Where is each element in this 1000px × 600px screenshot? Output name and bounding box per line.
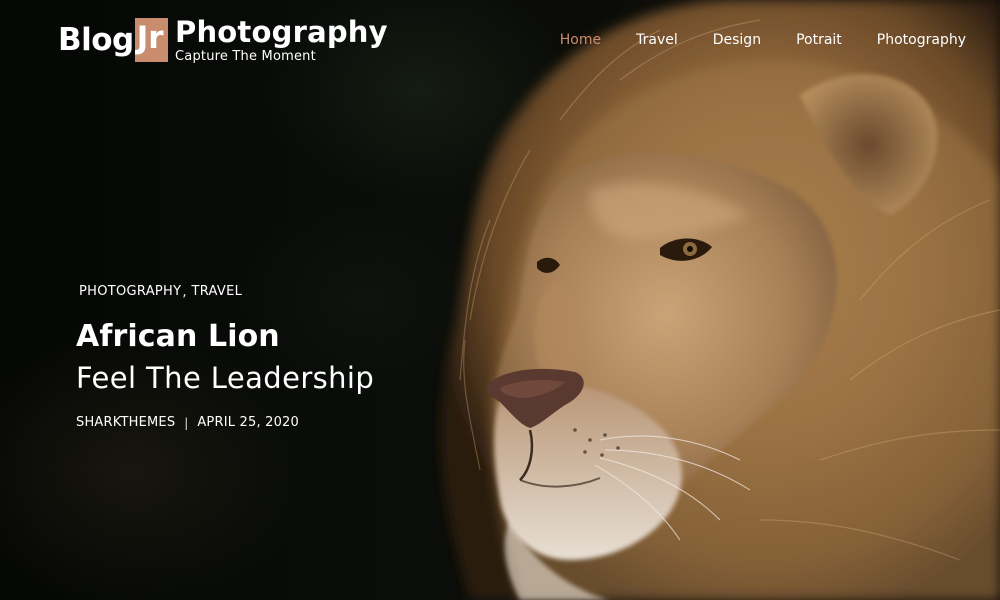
logo-text-blog: Blog: [58, 22, 134, 58]
hero-banner: Blog Jr Photography Capture The Moment H…: [0, 0, 1000, 600]
post-subtitle: Feel The Leadership: [76, 361, 375, 395]
post-author-link[interactable]: SHARKTHEMES: [76, 413, 175, 433]
site-tagline: Capture The Moment: [175, 49, 316, 64]
nav-item-design[interactable]: Design: [713, 30, 761, 50]
nav-item-home[interactable]: Home: [560, 30, 601, 50]
site-title[interactable]: Photography: [175, 14, 388, 50]
post-date-link[interactable]: APRIL 25, 2020: [197, 413, 299, 433]
category-separator: ,: [182, 284, 187, 300]
nav-item-travel[interactable]: Travel: [636, 30, 678, 50]
featured-post: PHOTOGRAPHY , TRAVEL African Lion Feel T…: [76, 282, 496, 433]
meta-separator: |: [184, 416, 189, 430]
nav-item-potrait[interactable]: Potrait: [796, 30, 842, 50]
post-title[interactable]: African Lion: [76, 317, 496, 357]
category-link-travel[interactable]: TRAVEL: [192, 282, 243, 302]
main-navigation: Home Travel Design Potrait Photography: [525, 30, 966, 50]
nav-item-photography[interactable]: Photography: [877, 30, 966, 50]
logo-text-jr: Jr: [134, 18, 168, 62]
post-meta: SHARKTHEMES | APRIL 25, 2020: [76, 413, 496, 433]
site-header: Blog Jr Photography Capture The Moment H…: [0, 0, 1000, 80]
site-branding: Photography Capture The Moment: [175, 14, 388, 65]
site-logo[interactable]: Blog Jr: [58, 18, 168, 62]
category-link-photography[interactable]: PHOTOGRAPHY: [79, 282, 181, 302]
post-categories: PHOTOGRAPHY , TRAVEL: [79, 282, 496, 302]
